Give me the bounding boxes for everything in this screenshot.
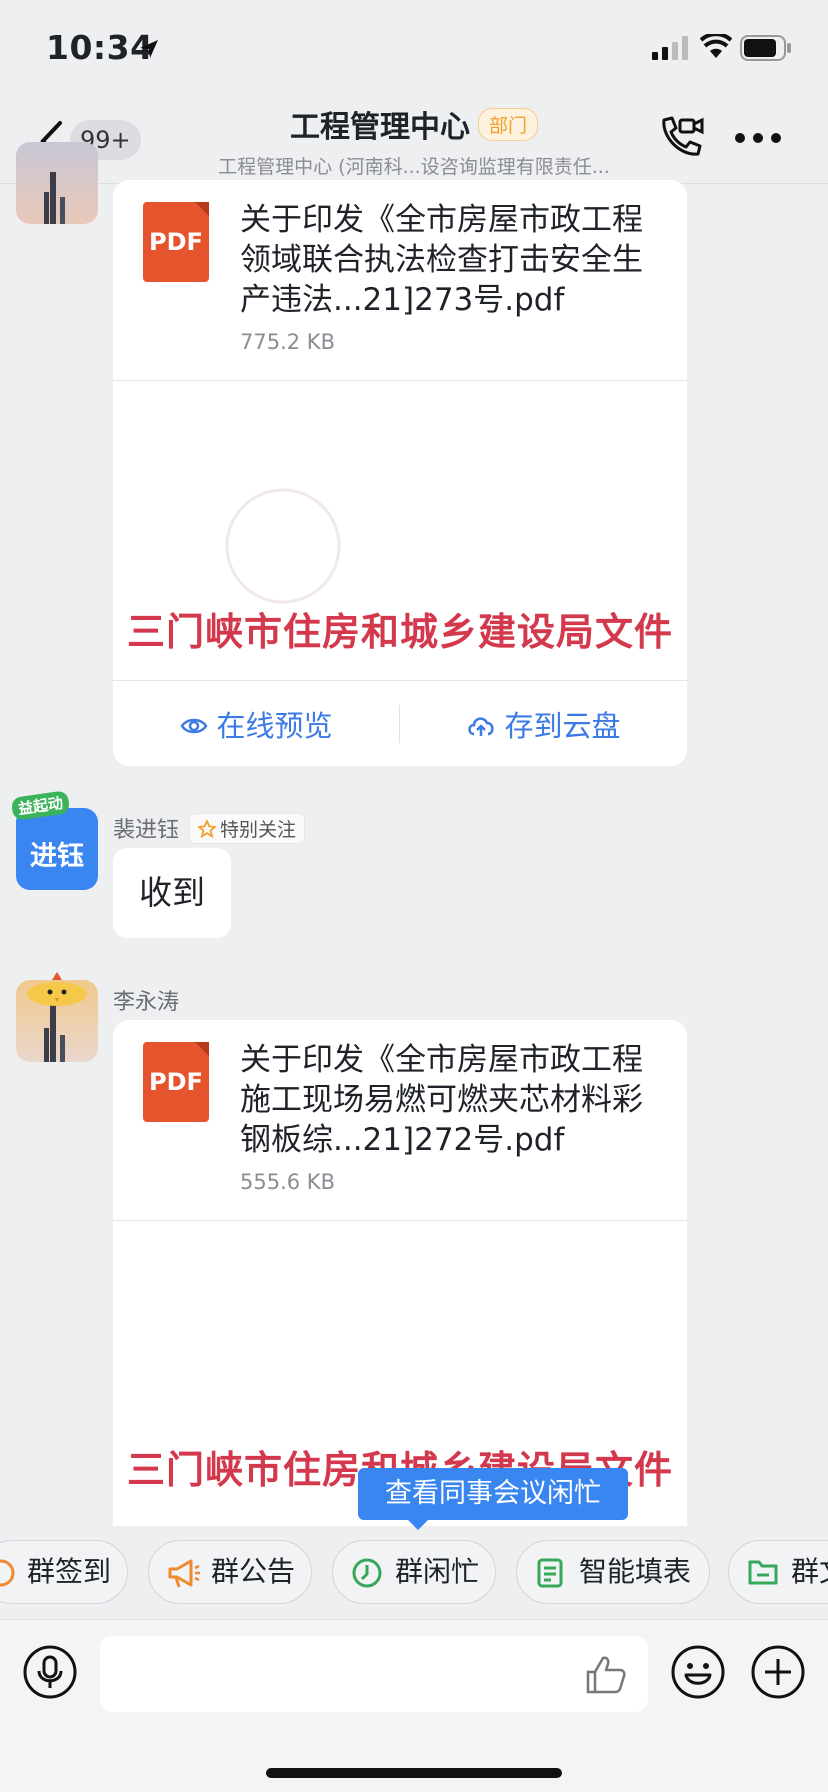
- building-skyline-icon: [44, 172, 65, 224]
- seal-stamp-icon: [225, 488, 341, 604]
- star-icon: [196, 818, 218, 838]
- message-input[interactable]: [100, 1636, 648, 1712]
- group-availability-button[interactable]: 群闲忙: [332, 1540, 496, 1604]
- megaphone-icon: [168, 1559, 200, 1588]
- pdf-file-icon: PDF: [143, 202, 209, 282]
- meeting-availability-tooltip[interactable]: 查看同事会议闲忙: [358, 1468, 628, 1530]
- file-actions: 在线预览 存到云盘: [113, 680, 687, 766]
- file-preview[interactable]: 三门峡市住房和城乡建设局文件: [113, 380, 687, 680]
- file-name: 关于印发《全市房屋市政工程施工现场易燃可燃夹芯材料彩钢板综...21]272号.…: [240, 1042, 643, 1158]
- home-indicator: [266, 1768, 562, 1778]
- status-bar: 10:34: [0, 0, 828, 96]
- thumbs-up-icon[interactable]: [584, 1654, 628, 1696]
- quick-action-label: 群闲忙: [395, 1555, 480, 1588]
- quick-action-label: 智能填表: [579, 1555, 692, 1588]
- save-to-cloud-button[interactable]: 存到云盘: [400, 681, 687, 766]
- department-tag: 部门: [477, 107, 538, 141]
- cellular-signal-icon: [652, 36, 688, 60]
- save-to-cloud-label: 存到云盘: [504, 709, 621, 743]
- avatar-badge-label: 益起动: [17, 793, 65, 819]
- page-title: 工程管理中心: [289, 110, 470, 145]
- group-checkin-button[interactable]: 群签到: [0, 1540, 128, 1604]
- cloud-upload-icon: [468, 717, 495, 736]
- checkin-icon: [0, 1559, 15, 1587]
- special-follow-tag: 特别关注: [189, 812, 306, 844]
- sender-name-row: 裴进钰 特别关注: [113, 812, 306, 844]
- form-icon: [537, 1558, 563, 1588]
- eye-icon: [181, 718, 208, 734]
- file-message-card[interactable]: PDF 关于印发《全市房屋市政工程领域联合执法检查打击安全生产违法...21]2…: [113, 180, 687, 766]
- avatar[interactable]: [16, 142, 98, 224]
- more-options-icon[interactable]: [734, 132, 782, 144]
- avatar[interactable]: 进钰 益起动: [10, 790, 98, 890]
- microphone-icon[interactable]: [22, 1644, 78, 1700]
- pdf-file-icon: PDF: [143, 1042, 209, 1122]
- group-announcement-button[interactable]: 群公告: [148, 1540, 312, 1604]
- text-message-bubble[interactable]: 收到: [113, 848, 231, 938]
- emoji-icon[interactable]: [670, 1644, 726, 1700]
- avatar[interactable]: [16, 972, 98, 1062]
- avatar-text: 进钰: [30, 841, 84, 872]
- quick-action-label: 群签到: [27, 1555, 112, 1588]
- input-bar: [0, 1620, 828, 1792]
- clock-icon: [352, 1558, 382, 1588]
- chick-sticker-icon: [27, 972, 87, 1006]
- online-preview-label: 在线预览: [216, 709, 333, 743]
- folder-icon: [748, 1560, 778, 1585]
- sender-name: 李永涛: [113, 990, 180, 1015]
- add-icon[interactable]: [750, 1644, 806, 1700]
- battery-icon: [740, 35, 791, 61]
- file-size: 555.6 KB: [240, 1170, 335, 1194]
- video-call-icon[interactable]: [656, 114, 706, 160]
- quick-actions-bar: 群签到 群公告 群闲忙 智能填表 群文: [0, 1530, 828, 1620]
- group-files-button[interactable]: 群文: [728, 1540, 828, 1604]
- preview-heading: 三门峡市住房和城乡建设局文件: [126, 609, 673, 654]
- file-name: 关于印发《全市房屋市政工程领域联合执法检查打击安全生产违法...21]273号.…: [240, 202, 643, 318]
- smart-form-button[interactable]: 智能填表: [516, 1540, 710, 1604]
- quick-action-label: 群文: [791, 1555, 828, 1588]
- file-size: 775.2 KB: [240, 330, 335, 354]
- quick-action-label: 群公告: [211, 1555, 296, 1588]
- sender-name: 裴进钰: [113, 818, 180, 843]
- avatar-badge: 益起动: [10, 790, 71, 821]
- online-preview-button[interactable]: 在线预览: [113, 681, 400, 766]
- chat-header: 99+ 工程管理中心 部门 工程管理中心 (河南科...设咨询监理有限责任...: [0, 96, 828, 184]
- location-arrow-icon: [140, 40, 158, 58]
- special-follow-label: 特别关注: [220, 818, 297, 841]
- file-message-card[interactable]: PDF 关于印发《全市房屋市政工程施工现场易燃可燃夹芯材料彩钢板综...21]2…: [113, 1020, 687, 1526]
- wifi-icon: [700, 34, 732, 58]
